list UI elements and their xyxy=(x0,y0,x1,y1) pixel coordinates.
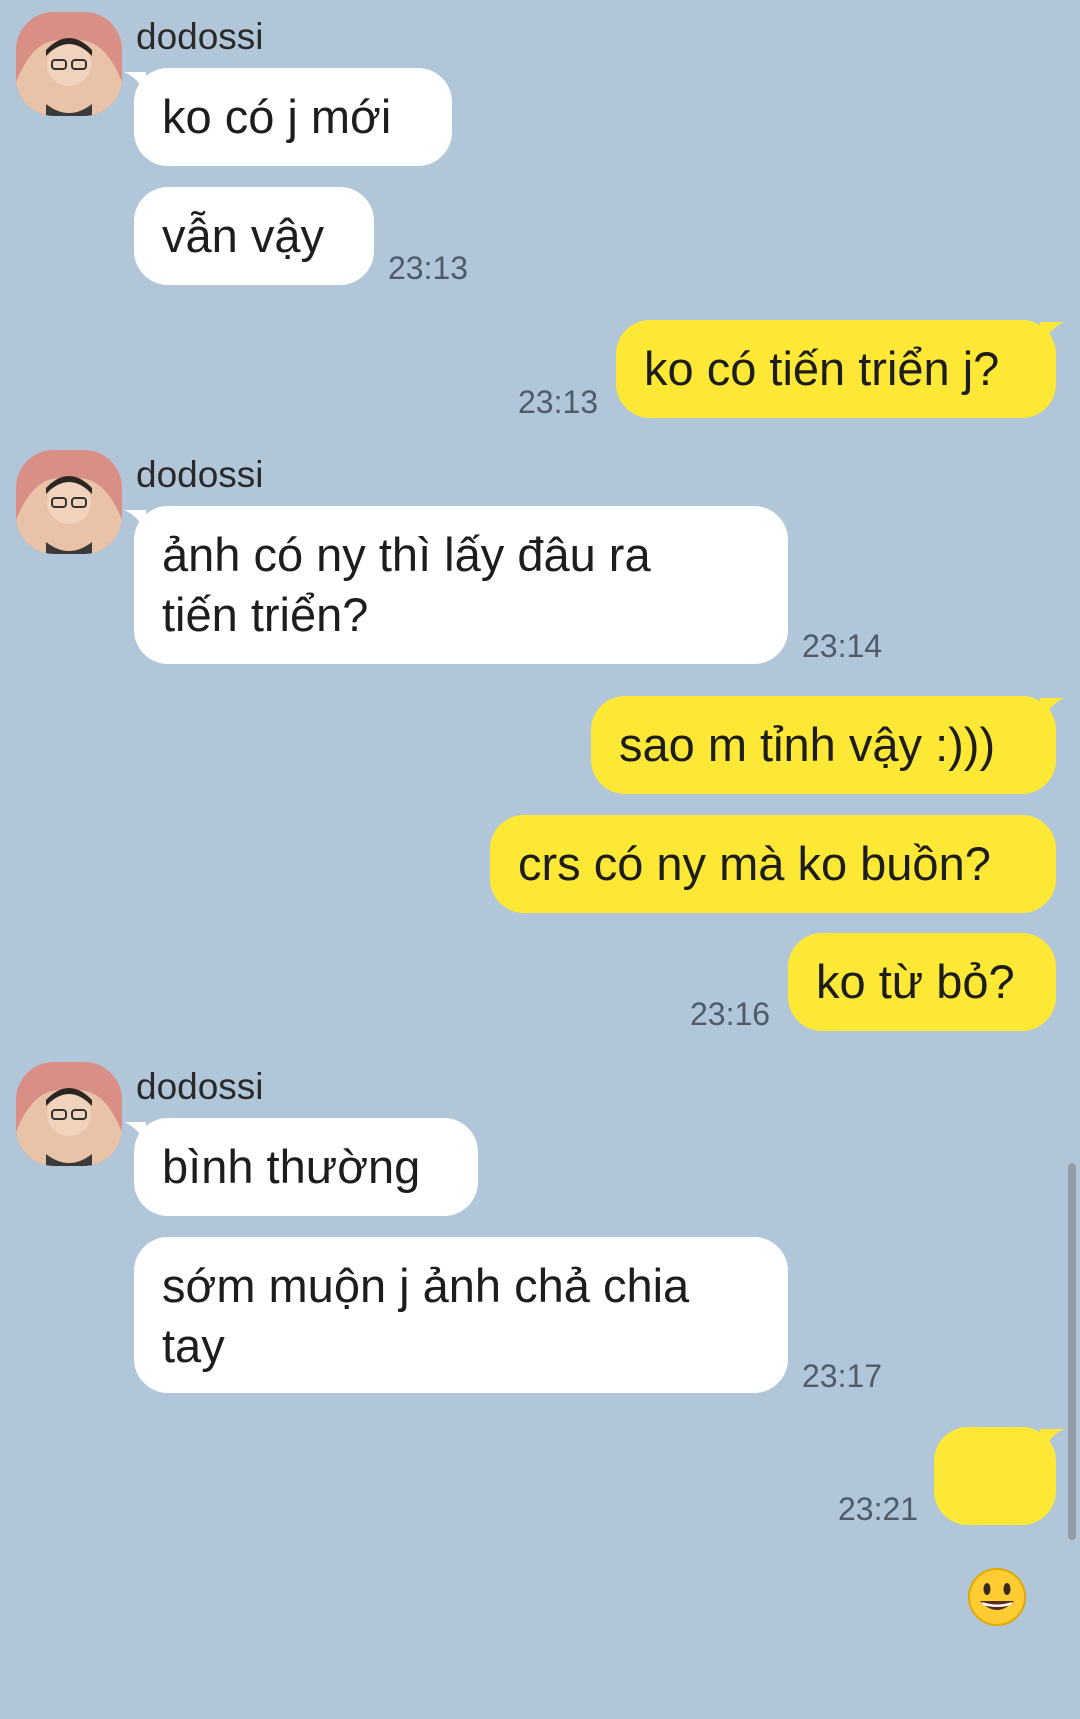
avatar-photo-icon xyxy=(16,1062,122,1166)
sender-avatar[interactable] xyxy=(16,450,122,554)
message-timestamp: 23:17 xyxy=(802,1358,883,1394)
chat-message-list[interactable]: dodossi ko có j mới vẫn vậy 23:13 ko có … xyxy=(0,0,1080,1626)
outgoing-message[interactable]: sao m tỉnh vậy :))) xyxy=(591,696,1056,794)
incoming-message[interactable]: bình thường xyxy=(134,1118,478,1216)
sender-name: dodossi xyxy=(136,16,264,57)
incoming-message[interactable]: ko có j mới xyxy=(134,68,452,166)
sender-avatar[interactable] xyxy=(16,12,122,116)
outgoing-emoji-message[interactable] xyxy=(934,1427,1056,1626)
incoming-message[interactable]: vẫn vậy xyxy=(134,187,374,285)
sender-avatar[interactable] xyxy=(16,1062,122,1166)
sender-name: dodossi xyxy=(136,454,264,495)
message-timestamp: 23:21 xyxy=(838,1491,919,1527)
outgoing-message[interactable]: ko từ bỏ? xyxy=(788,933,1056,1031)
avatar-photo-icon xyxy=(16,12,122,116)
avatar-photo-icon xyxy=(16,450,122,554)
bubble-tail xyxy=(1040,1429,1064,1453)
incoming-message[interactable]: sớm muộn j ảnh chả chia tay xyxy=(134,1237,788,1393)
bubble-tail xyxy=(1040,698,1064,722)
bubble-tail xyxy=(1040,322,1064,346)
grinning-face-icon xyxy=(968,1568,1026,1626)
message-timestamp: 23:14 xyxy=(802,628,883,664)
message-timestamp: 23:13 xyxy=(388,250,469,286)
incoming-message[interactable]: ảnh có ny thì lấy đâu ra tiến triển? xyxy=(134,506,788,664)
scrollbar[interactable] xyxy=(1068,1163,1076,1540)
message-timestamp: 23:16 xyxy=(690,996,771,1032)
message-timestamp: 23:13 xyxy=(518,384,599,420)
sender-name: dodossi xyxy=(136,1066,264,1107)
outgoing-message[interactable]: ko có tiến triển j? xyxy=(616,320,1056,418)
outgoing-message[interactable]: crs có ny mà ko buồn? xyxy=(490,815,1056,913)
